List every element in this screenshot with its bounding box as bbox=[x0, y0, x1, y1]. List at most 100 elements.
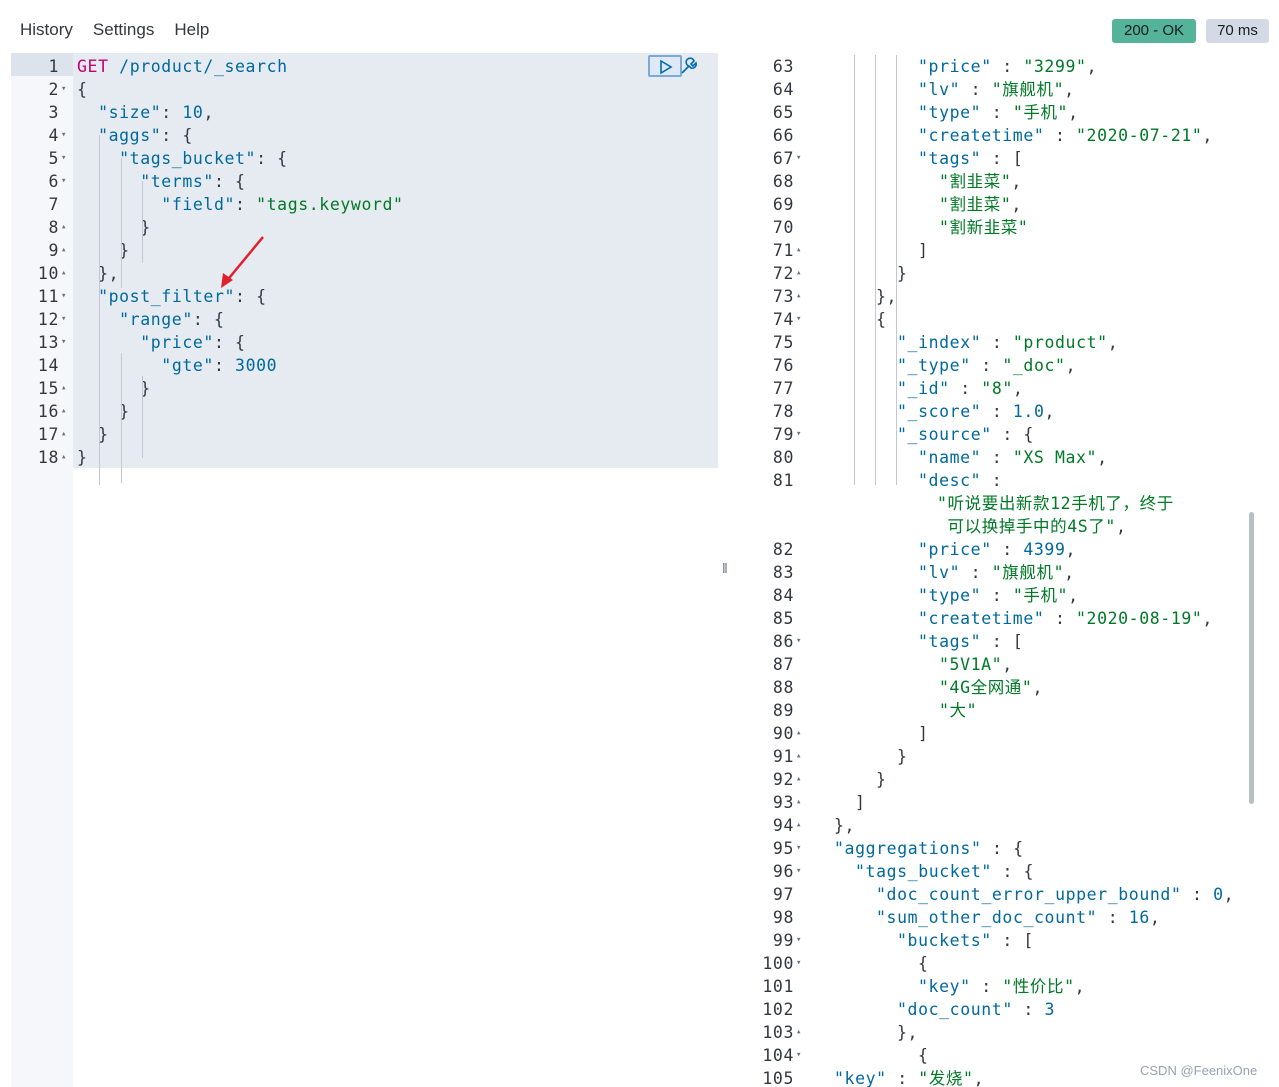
line-number: 104 bbox=[762, 1046, 794, 1065]
code-token: "doc_count_error_upper_bound" bbox=[876, 885, 1182, 904]
code-line: 12 ▾ "range": { bbox=[11, 308, 718, 331]
help-menu[interactable]: Help bbox=[174, 20, 209, 40]
code-text: "size": 10, bbox=[77, 101, 214, 124]
code-line: 72 ▴} bbox=[736, 262, 1279, 285]
fold-down-icon[interactable]: ▾ bbox=[796, 860, 802, 883]
fold-up-icon[interactable]: ▴ bbox=[796, 814, 802, 837]
code-token: { bbox=[876, 310, 887, 329]
code-text: } bbox=[77, 377, 151, 400]
fold-up-icon[interactable]: ▴ bbox=[61, 377, 67, 400]
code-line: 80 "name" : "XS Max", bbox=[736, 446, 1279, 469]
fold-up-icon[interactable]: ▴ bbox=[796, 722, 802, 745]
code-line: 94 ▴}, bbox=[736, 814, 1279, 837]
code-line: 99 ▾ "buckets" : [ bbox=[736, 929, 1279, 952]
code-line: 96 ▾ "tags_bucket" : { bbox=[736, 860, 1279, 883]
fold-down-icon[interactable]: ▾ bbox=[61, 124, 67, 147]
wrench-icon[interactable] bbox=[679, 56, 699, 76]
fold-down-icon[interactable]: ▾ bbox=[61, 308, 67, 331]
fold-up-icon[interactable]: ▴ bbox=[796, 1021, 802, 1044]
code-token: 16 bbox=[1128, 908, 1150, 927]
fold-down-icon[interactable]: ▾ bbox=[61, 170, 67, 193]
code-token: "tags" bbox=[918, 632, 982, 651]
line-number: 93 bbox=[772, 793, 794, 812]
fold-up-icon[interactable]: ▴ bbox=[61, 262, 67, 285]
fold-up-icon[interactable]: ▴ bbox=[796, 791, 802, 814]
settings-menu[interactable]: Settings bbox=[93, 20, 154, 40]
fold-down-icon[interactable]: ▾ bbox=[796, 929, 802, 952]
request-editor[interactable]: 1 GET /product/_search 2 ▾{3 "size": 10, 4 ▾ … bbox=[11, 53, 718, 1087]
code-token: "2020-08-19" bbox=[1076, 609, 1203, 628]
fold-down-icon[interactable]: ▾ bbox=[796, 952, 802, 975]
line-number: 77 bbox=[772, 379, 794, 398]
fold-up-icon[interactable]: ▴ bbox=[61, 446, 67, 469]
code-text: ] bbox=[855, 791, 866, 814]
line-number: 65 bbox=[772, 103, 794, 122]
line-number: 11 bbox=[37, 287, 59, 306]
code-token: : bbox=[991, 57, 1024, 76]
code-token: , bbox=[1002, 655, 1013, 674]
code-line: 可以换掉手中的4S了", bbox=[736, 515, 1279, 538]
code-text: "4G全网通", bbox=[939, 676, 1043, 699]
code-token: "8" bbox=[981, 379, 1013, 398]
code-text: "aggregations" : { bbox=[834, 837, 1024, 860]
code-text: "type" : "手机", bbox=[918, 584, 1079, 607]
code-token: : [ bbox=[981, 632, 1024, 651]
fold-down-icon[interactable]: ▾ bbox=[796, 147, 802, 170]
history-menu[interactable]: History bbox=[20, 20, 73, 40]
code-token: , bbox=[1012, 379, 1024, 398]
code-token: "doc_count" bbox=[897, 1000, 1013, 1019]
code-token: "5V1A" bbox=[939, 655, 1003, 674]
fold-down-icon[interactable]: ▾ bbox=[61, 331, 67, 354]
code-line: 92 ▴} bbox=[736, 768, 1279, 791]
code-token: , bbox=[203, 103, 214, 122]
fold-up-icon[interactable]: ▴ bbox=[61, 423, 67, 446]
code-token: , bbox=[1044, 402, 1056, 421]
code-token: : bbox=[960, 80, 992, 99]
fold-down-icon[interactable]: ▾ bbox=[796, 837, 802, 860]
response-scrollbar[interactable] bbox=[1249, 512, 1254, 804]
code-text: "createtime" : "2020-08-19", bbox=[918, 607, 1213, 630]
code-token: : bbox=[981, 333, 1013, 352]
code-token: , bbox=[1064, 563, 1075, 582]
fold-up-icon[interactable]: ▴ bbox=[61, 239, 67, 262]
fold-down-icon[interactable]: ▾ bbox=[61, 78, 67, 101]
code-token: } bbox=[77, 379, 151, 398]
line-number: 100 bbox=[762, 954, 794, 973]
indent-guide bbox=[896, 55, 897, 485]
code-line: 8 ▴ } bbox=[11, 216, 718, 239]
code-line: 89 "大" bbox=[736, 699, 1279, 722]
code-line: 65 "type" : "手机", bbox=[736, 101, 1279, 124]
fold-down-icon[interactable]: ▾ bbox=[796, 423, 802, 446]
fold-up-icon[interactable]: ▴ bbox=[796, 262, 802, 285]
code-line: 103 ▴}, bbox=[736, 1021, 1279, 1044]
code-line: 95 ▾ "aggregations" : { bbox=[736, 837, 1279, 860]
code-text: "price" : "3299", bbox=[918, 55, 1097, 78]
fold-down-icon[interactable]: ▾ bbox=[796, 1044, 802, 1067]
fold-down-icon[interactable]: ▾ bbox=[61, 285, 67, 308]
code-line: 77 "_id" : "8", bbox=[736, 377, 1279, 400]
fold-down-icon[interactable]: ▾ bbox=[796, 630, 802, 653]
code-token: , bbox=[1074, 977, 1086, 996]
code-line: 71 ▴] bbox=[736, 239, 1279, 262]
code-token: "手机" bbox=[1012, 103, 1069, 122]
code-line: 93 ▴] bbox=[736, 791, 1279, 814]
code-token: 10 bbox=[182, 103, 204, 122]
fold-down-icon[interactable]: ▾ bbox=[796, 308, 802, 331]
code-token: , bbox=[1107, 333, 1119, 352]
code-token: : bbox=[970, 356, 1003, 375]
code-token: , bbox=[1068, 103, 1079, 122]
code-token: "createtime" bbox=[918, 126, 1045, 145]
fold-up-icon[interactable]: ▴ bbox=[61, 400, 67, 423]
fold-up-icon[interactable]: ▴ bbox=[796, 239, 802, 262]
run-request-button[interactable] bbox=[648, 55, 682, 77]
pane-resize-handle[interactable]: ‖ bbox=[722, 560, 728, 576]
code-text: }, bbox=[897, 1021, 918, 1044]
fold-up-icon[interactable]: ▴ bbox=[796, 745, 802, 768]
code-token: "_index" bbox=[897, 333, 982, 352]
fold-up-icon[interactable]: ▴ bbox=[61, 216, 67, 239]
fold-up-icon[interactable]: ▴ bbox=[796, 285, 802, 308]
fold-up-icon[interactable]: ▴ bbox=[796, 768, 802, 791]
fold-down-icon[interactable]: ▾ bbox=[61, 147, 67, 170]
